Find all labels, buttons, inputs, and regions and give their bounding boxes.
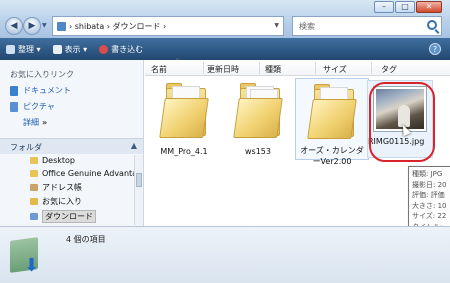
address-bar[interactable]: › shibata › ダウンロード › ▼ <box>52 16 284 36</box>
minimize-button[interactable]: – <box>374 1 394 13</box>
file-item-label: ws153 <box>245 147 271 156</box>
command-toolbar: 整理 ▾ 表示 ▾ 書き込む <box>0 38 450 60</box>
organize-button[interactable]: 整理 ▾ <box>6 44 41 55</box>
folder-icon <box>57 21 66 31</box>
back-button[interactable]: ◀ <box>5 17 23 35</box>
tree-item-label: お気に入り <box>42 197 82 206</box>
burn-disc-icon <box>99 44 109 54</box>
tree-item-label: アドレス帳 <box>42 183 82 192</box>
file-item-label-line2: ーVer2.00 <box>312 157 352 166</box>
favorite-link-pictures[interactable]: ピクチャ <box>10 101 55 112</box>
folder-icon <box>30 170 38 177</box>
tooltip-line: 撮影日: 20 <box>412 180 447 189</box>
pictures-icon <box>10 101 18 112</box>
search-input[interactable]: 検索 <box>292 16 442 36</box>
chevron-up-icon[interactable]: ▲ <box>131 141 137 150</box>
burn-button[interactable]: 書き込む <box>99 44 143 55</box>
tree-item-favorites[interactable]: お気に入り <box>30 196 82 207</box>
explorer-window: – □ ✕ ◀ ▶ ▼ › shibata › ダウンロード › ▼ ↻ 検索 … <box>0 0 450 283</box>
column-size[interactable]: サイズ <box>323 64 347 75</box>
favorite-link-label: ピクチャ <box>23 102 55 111</box>
close-button[interactable]: ✕ <box>416 1 442 13</box>
tree-item-label: Desktop <box>42 156 75 165</box>
file-item-oozu-calendar[interactable]: オーズ・カレンダ ーVer2.00 <box>295 78 369 166</box>
documents-icon <box>10 85 18 96</box>
column-name[interactable]: 名前 <box>151 64 167 75</box>
tooltip-line: 種類: JPG <box>412 170 443 178</box>
tree-item-contacts[interactable]: アドレス帳 <box>30 182 82 193</box>
tooltip-line: サイズ: 22 <box>412 212 447 220</box>
tree-item-desktop[interactable]: Desktop <box>30 156 75 165</box>
folder-icon <box>159 80 209 140</box>
contacts-icon <box>30 184 38 191</box>
tree-item-label: ダウンロード <box>42 210 96 223</box>
download-arrow-icon: ⬇ <box>24 255 40 276</box>
nav-scrollbar[interactable] <box>134 155 143 225</box>
downloads-folder-icon: ⬇ <box>10 233 42 276</box>
title-bar: – □ ✕ ◀ ▶ ▼ › shibata › ダウンロード › ▼ ↻ 検索 <box>0 0 450 38</box>
history-dropdown-icon[interactable]: ▼ <box>42 22 47 29</box>
column-divider[interactable] <box>371 62 372 74</box>
column-type[interactable]: 種類 <box>265 64 281 75</box>
maximize-button[interactable]: □ <box>395 1 415 13</box>
chevron-down-icon[interactable]: ▼ <box>274 22 279 29</box>
organize-label: 整理 ▾ <box>18 44 41 54</box>
favorite-link-label: ドキュメント <box>23 86 71 95</box>
double-chevron-icon: » <box>42 118 48 127</box>
address-path: › shibata › ダウンロード › <box>69 21 167 31</box>
help-icon[interactable]: ? <box>429 43 441 55</box>
details-pane: ⬇ 4 個の項目 <box>0 226 450 283</box>
tooltip-line: 大きさ: 10 <box>412 201 447 210</box>
burn-label: 書き込む <box>111 44 144 54</box>
downloads-icon <box>30 213 38 220</box>
favorites-star-icon <box>30 198 38 205</box>
views-icon <box>52 44 62 54</box>
file-item-label: オーズ・カレンダ ーVer2.00 <box>296 145 368 167</box>
navigation-pane: お気に入りリンク ドキュメント ピクチャ 詳細» フォルダ ▲ Desktop … <box>0 60 144 226</box>
file-item-mm-pro[interactable]: MM_Pro_4.1 <box>147 80 221 157</box>
folder-icon <box>307 81 357 141</box>
sort-arrow-icon: ^ <box>175 58 181 65</box>
search-icon[interactable] <box>427 20 437 30</box>
highlight-circle <box>369 82 435 162</box>
file-item-label: MM_Pro_4.1 <box>160 147 208 156</box>
file-item-ws153[interactable]: ws153 <box>221 80 295 157</box>
folder-icon <box>233 80 283 140</box>
favorite-link-documents[interactable]: ドキュメント <box>10 85 71 96</box>
column-divider[interactable] <box>315 62 316 74</box>
tree-item-downloads[interactable]: ダウンロード <box>30 210 96 223</box>
file-item-label-line1: オーズ・カレンダ <box>300 146 364 155</box>
column-modified[interactable]: 更新日時 <box>207 64 239 75</box>
folder-icon <box>30 157 38 164</box>
column-headers: 名前 ^ 更新日時 種類 サイズ タグ <box>145 58 450 76</box>
folders-label: フォルダ <box>10 143 42 152</box>
item-count: 4 個の項目 <box>66 235 106 244</box>
folders-header[interactable]: フォルダ ▲ <box>0 138 143 154</box>
more-link[interactable]: 詳細» <box>23 117 47 128</box>
favorites-heading: お気に入りリンク <box>10 70 74 79</box>
tree-item-office-genuine[interactable]: Office Genuine Advantag <box>30 169 142 178</box>
scrollbar-thumb[interactable] <box>136 173 142 187</box>
tooltip-line: 評価: 評価 <box>412 191 445 199</box>
views-label: 表示 ▾ <box>64 44 88 54</box>
views-button[interactable]: 表示 ▾ <box>52 44 88 55</box>
column-divider[interactable] <box>259 62 260 74</box>
organize-icon <box>6 44 15 54</box>
window-controls: – □ ✕ <box>374 1 442 13</box>
tree-item-label: Office Genuine Advantag <box>42 169 143 178</box>
column-divider[interactable] <box>203 62 204 74</box>
forward-button[interactable]: ▶ <box>23 17 41 35</box>
search-placeholder: 検索 <box>299 21 315 31</box>
column-tags[interactable]: タグ <box>381 64 397 75</box>
file-list: MM_Pro_4.1 ws153 オーズ・カレンダ ーVer2.00 RIMG0… <box>145 76 450 226</box>
more-label: 詳細 <box>23 118 39 127</box>
